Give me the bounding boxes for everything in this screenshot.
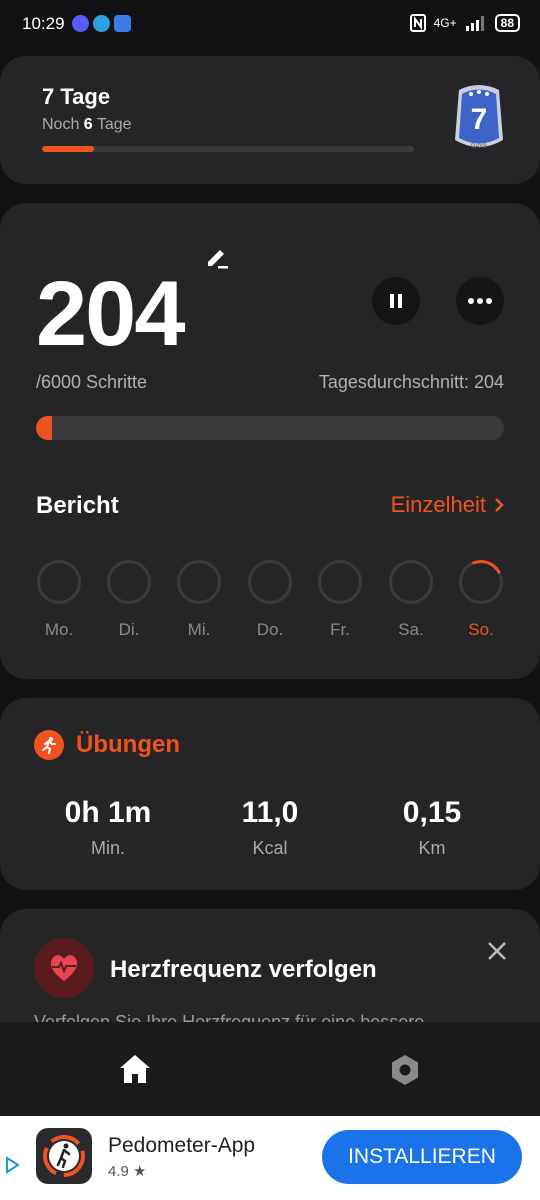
duration-unit: Min. [90,838,125,858]
streak-progress-fill [42,146,95,152]
day-progress-ring [318,560,362,604]
pedometer-app-icon[interactable] [36,1128,92,1184]
network-label: 4G+ [433,16,457,30]
heart-rate-icon [34,938,94,998]
day-progress-ring [177,560,221,604]
settings-hex-icon[interactable] [388,1053,422,1087]
heart-rate-title: Herzfrequenz verfolgen [110,956,377,983]
day-ring-1[interactable]: Mo. [37,560,81,640]
pause-icon [390,294,402,308]
streak-remaining-days: 6 [83,116,93,133]
report-detail-link[interactable]: Einzelheit [391,492,504,518]
streak-sub-prefix: Noch [42,116,84,133]
home-icon[interactable] [118,1053,152,1085]
day-ring-5[interactable]: Fr. [318,560,362,640]
signal-icon [465,16,484,31]
distance-value: 0,15 [402,796,462,829]
fan-app-icon [114,15,131,32]
ad-app-name: Pedometer-App [108,1134,256,1157]
day-label: Sa. [398,620,424,639]
install-button[interactable]: INSTALLIEREN [322,1130,522,1184]
day-label: So. [468,620,494,639]
nfc-icon [409,14,426,32]
day-progress-ring [452,553,510,611]
streak-title: 7 Tage [42,84,111,109]
streak-subtitle: Noch 6 Tage [42,116,132,134]
pause-button[interactable] [372,277,420,325]
steps-progress-bar [36,416,504,440]
day-progress-ring [107,560,151,604]
exercise-card[interactable] [0,698,540,890]
status-time: 10:29 [22,14,65,33]
more-dots-icon [468,298,492,304]
ad-banner[interactable]: Pedometer-App 4.9 ★ INSTALLIEREN [0,1116,540,1200]
telegram-icon [93,15,110,32]
badge-label: DAYS [471,144,487,150]
adchoices-icon[interactable] [4,1156,20,1174]
step-count: 204 [36,263,185,365]
exercise-calories: 11,0 Kcal [190,796,350,859]
badge-number: 7 [471,103,488,136]
day-progress-ring [389,560,433,604]
daily-average: Tagesdurchschnitt: 204 [318,372,504,392]
close-icon[interactable] [486,940,508,962]
exercise-title: Übungen [76,731,180,758]
streak-sub-suffix: Tage [92,116,132,133]
streak-badge-icon: 7 DAYS [455,85,503,150]
day-ring-3[interactable]: Mi. [177,560,221,640]
day-ring-4[interactable]: Do. [248,560,292,640]
chevron-right-icon [495,498,504,512]
report-title: Bericht [36,492,119,519]
notification-icons [72,15,131,32]
exercise-distance: 0,15 Km [352,796,512,859]
exercise-duration: 0h 1m Min. [28,796,188,859]
day-ring-6[interactable]: Sa. [389,560,433,640]
day-label: Mo. [44,620,74,639]
detail-link-label: Einzelheit [390,492,486,517]
day-label: Do. [256,620,284,639]
step-goal: /6000 Schritte [36,372,148,392]
day-label: Di. [118,620,140,639]
distance-unit: Km [418,838,446,858]
day-label: Fr. [330,620,350,639]
day-ring-7[interactable]: So. [452,553,510,640]
bottom-navigation [0,1022,540,1116]
day-label: Mi. [187,620,211,639]
status-bar: 10:29 4G+ 88 [0,0,540,50]
streak-progress-bar [42,146,414,152]
day-progress-ring [37,560,81,604]
more-options-button[interactable] [456,277,504,325]
notification-app-icon [72,15,89,32]
ad-rating: 4.9 ★ [108,1162,146,1180]
day-ring-2[interactable]: Di. [107,560,151,640]
battery-indicator: 88 [494,14,520,32]
edit-pencil-icon[interactable] [204,244,230,270]
duration-value: 0h 1m [64,796,152,829]
calories-unit: Kcal [252,838,288,858]
star-icon: ★ [133,1163,147,1180]
day-progress-ring [248,560,292,604]
calories-value: 11,0 [241,796,299,829]
ad-rating-value: 4.9 [108,1163,129,1180]
exercise-header: Übungen [34,730,180,760]
running-icon [34,730,64,760]
